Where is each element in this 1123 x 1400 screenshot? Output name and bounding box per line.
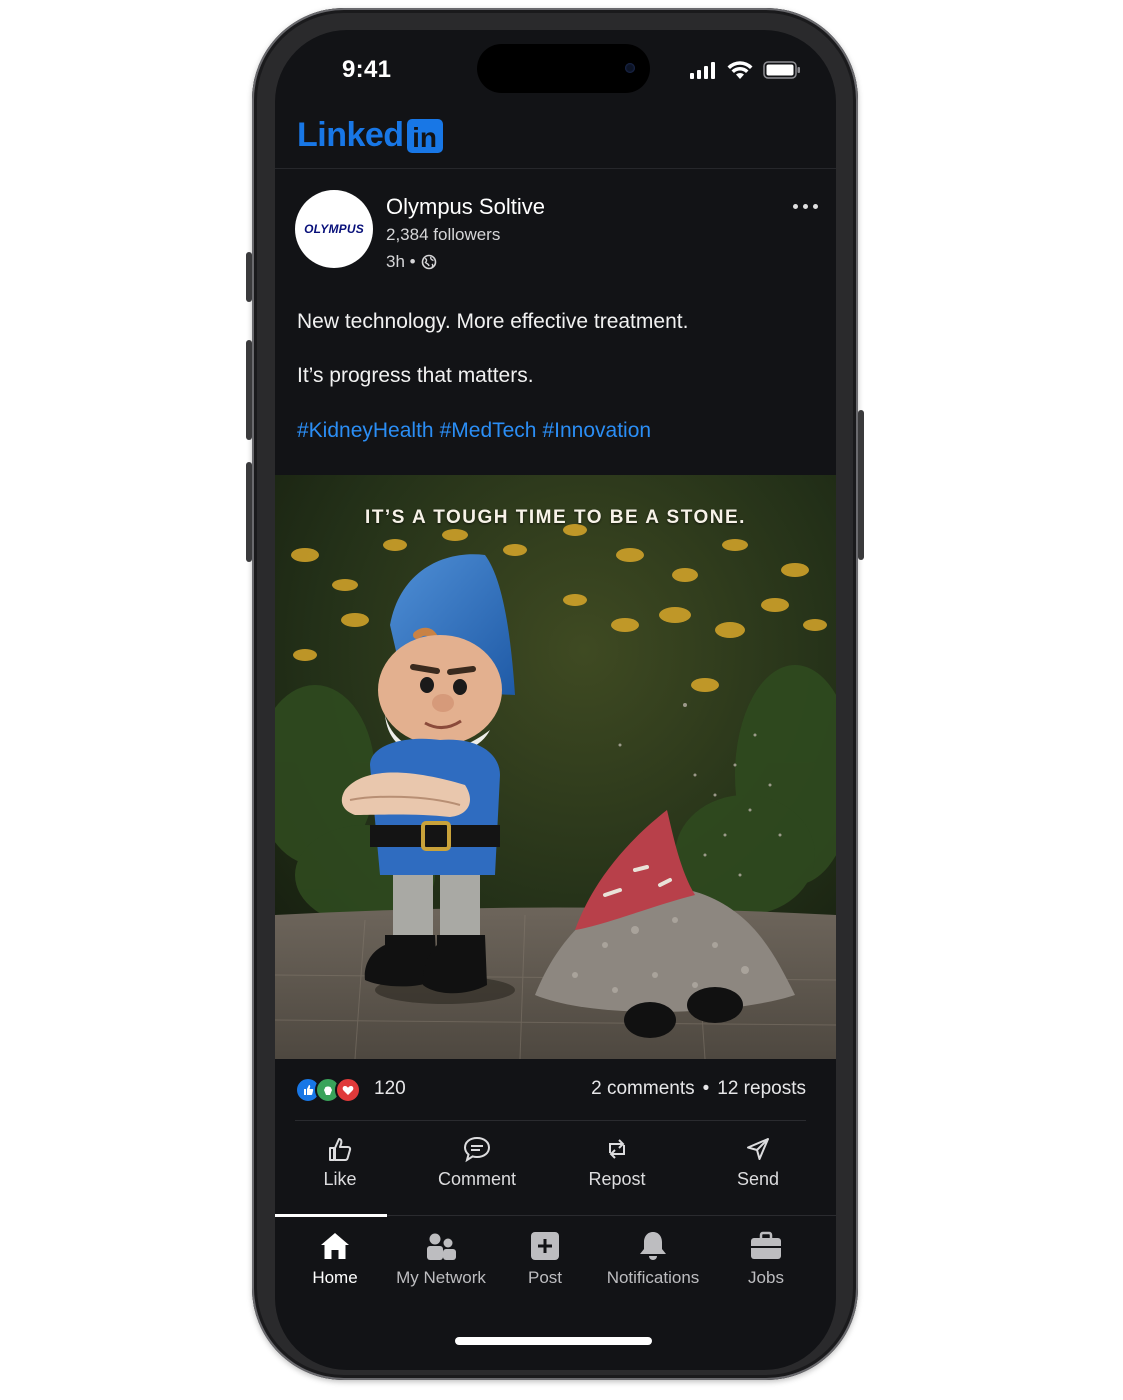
engagement-summary: 2 comments • 12 reposts <box>591 1078 806 1100</box>
comment-icon <box>463 1136 491 1163</box>
post-timestamp: 3h • <box>386 252 437 272</box>
tab-post-label: Post <box>527 1268 563 1287</box>
tab-post[interactable]: Post <box>489 1230 601 1288</box>
briefcase-icon <box>751 1231 781 1259</box>
comment-label: Comment <box>437 1169 517 1189</box>
author-name[interactable]: Olympus Soltive <box>386 194 545 220</box>
avatar-logo-text: OLYMPUS <box>304 222 364 236</box>
post-body-line: New technology. More effective treatment… <box>297 310 689 333</box>
comments-count[interactable]: 2 comments <box>591 1078 694 1100</box>
volume-up-button <box>246 340 252 440</box>
front-camera <box>625 63 635 73</box>
tab-my-network[interactable]: My Network <box>385 1230 497 1288</box>
tab-notifications[interactable]: Notifications <box>597 1230 709 1288</box>
repost-label: Repost <box>588 1169 646 1189</box>
status-icons <box>689 60 801 80</box>
action-button <box>246 252 252 302</box>
linkedin-logo[interactable]: Linked in <box>297 116 443 155</box>
tab-home-label: Home <box>312 1268 358 1287</box>
logo-in-box: in <box>406 118 443 153</box>
post-time: 3h • <box>386 252 416 271</box>
like-button[interactable]: Like <box>285 1135 395 1190</box>
tab-notifications-label: Notifications <box>606 1268 700 1287</box>
post-author: OLYMPUS Olympus Soltive 2,384 followers … <box>275 190 836 280</box>
status-bar: 9:41 <box>275 30 836 108</box>
hashtag-link[interactable]: #Innovation <box>542 419 651 442</box>
active-tab-indicator <box>275 1214 387 1217</box>
post-image[interactable]: IT’S A TOUGH TIME TO BE A STONE. <box>275 475 836 1059</box>
like-label: Like <box>323 1169 357 1189</box>
tab-jobs[interactable]: Jobs <box>710 1230 822 1288</box>
tab-my-network-label: My Network <box>396 1268 486 1287</box>
hashtag-link[interactable]: #MedTech <box>440 419 537 442</box>
battery-icon <box>763 61 800 79</box>
send-button[interactable]: Send <box>703 1135 813 1190</box>
comment-button[interactable]: Comment <box>422 1135 532 1190</box>
logo-wordmark: Linked <box>297 116 404 154</box>
wifi-icon <box>727 61 753 79</box>
more-options-icon[interactable] <box>793 204 818 209</box>
signal-icon <box>690 62 715 79</box>
phone-screen: 9:41 Linked in OLYMPUS Olympus Soltive 2… <box>275 30 836 1370</box>
reaction-count[interactable]: 120 <box>374 1078 406 1100</box>
like-icon <box>329 1138 352 1161</box>
network-icon <box>427 1233 456 1260</box>
app-header: Linked in <box>275 108 836 169</box>
power-button <box>858 410 864 560</box>
love-reaction-icon <box>335 1077 361 1103</box>
send-label: Send <box>736 1169 780 1189</box>
hashtag-link[interactable]: #KidneyHealth <box>297 419 434 442</box>
reaction-icons[interactable] <box>295 1077 361 1103</box>
home-icon <box>321 1233 349 1259</box>
post-icon <box>531 1232 559 1260</box>
bell-icon <box>640 1232 666 1260</box>
gnome-scene-illustration <box>275 475 836 1059</box>
dynamic-island <box>477 44 650 93</box>
volume-down-button <box>246 462 252 562</box>
author-followers: 2,384 followers <box>386 225 501 244</box>
author-avatar[interactable]: OLYMPUS <box>295 190 373 268</box>
social-counts: 120 2 comments • 12 reposts <box>275 1075 836 1105</box>
reposts-count[interactable]: 12 reposts <box>717 1078 806 1100</box>
divider <box>295 1120 806 1121</box>
globe-icon <box>421 254 436 270</box>
repost-button[interactable]: Repost <box>562 1135 672 1190</box>
status-time: 9:41 <box>342 56 392 83</box>
home-indicator[interactable] <box>455 1337 652 1345</box>
post-hashtags: #KidneyHealth #MedTech #Innovation <box>297 419 657 443</box>
image-caption: IT’S A TOUGH TIME TO BE A STONE. <box>365 507 746 528</box>
tab-jobs-label: Jobs <box>748 1268 784 1287</box>
post-body-line: It’s progress that matters. <box>297 364 534 387</box>
bottom-tab-bar: Home My Network Post Notifications Jobs <box>275 1214 836 1326</box>
repost-icon <box>609 1139 625 1159</box>
separator-dot: • <box>702 1078 710 1099</box>
post-actions: Like Comment Repost Send <box>275 1135 836 1215</box>
send-icon <box>747 1138 769 1160</box>
tab-home[interactable]: Home <box>279 1230 391 1288</box>
